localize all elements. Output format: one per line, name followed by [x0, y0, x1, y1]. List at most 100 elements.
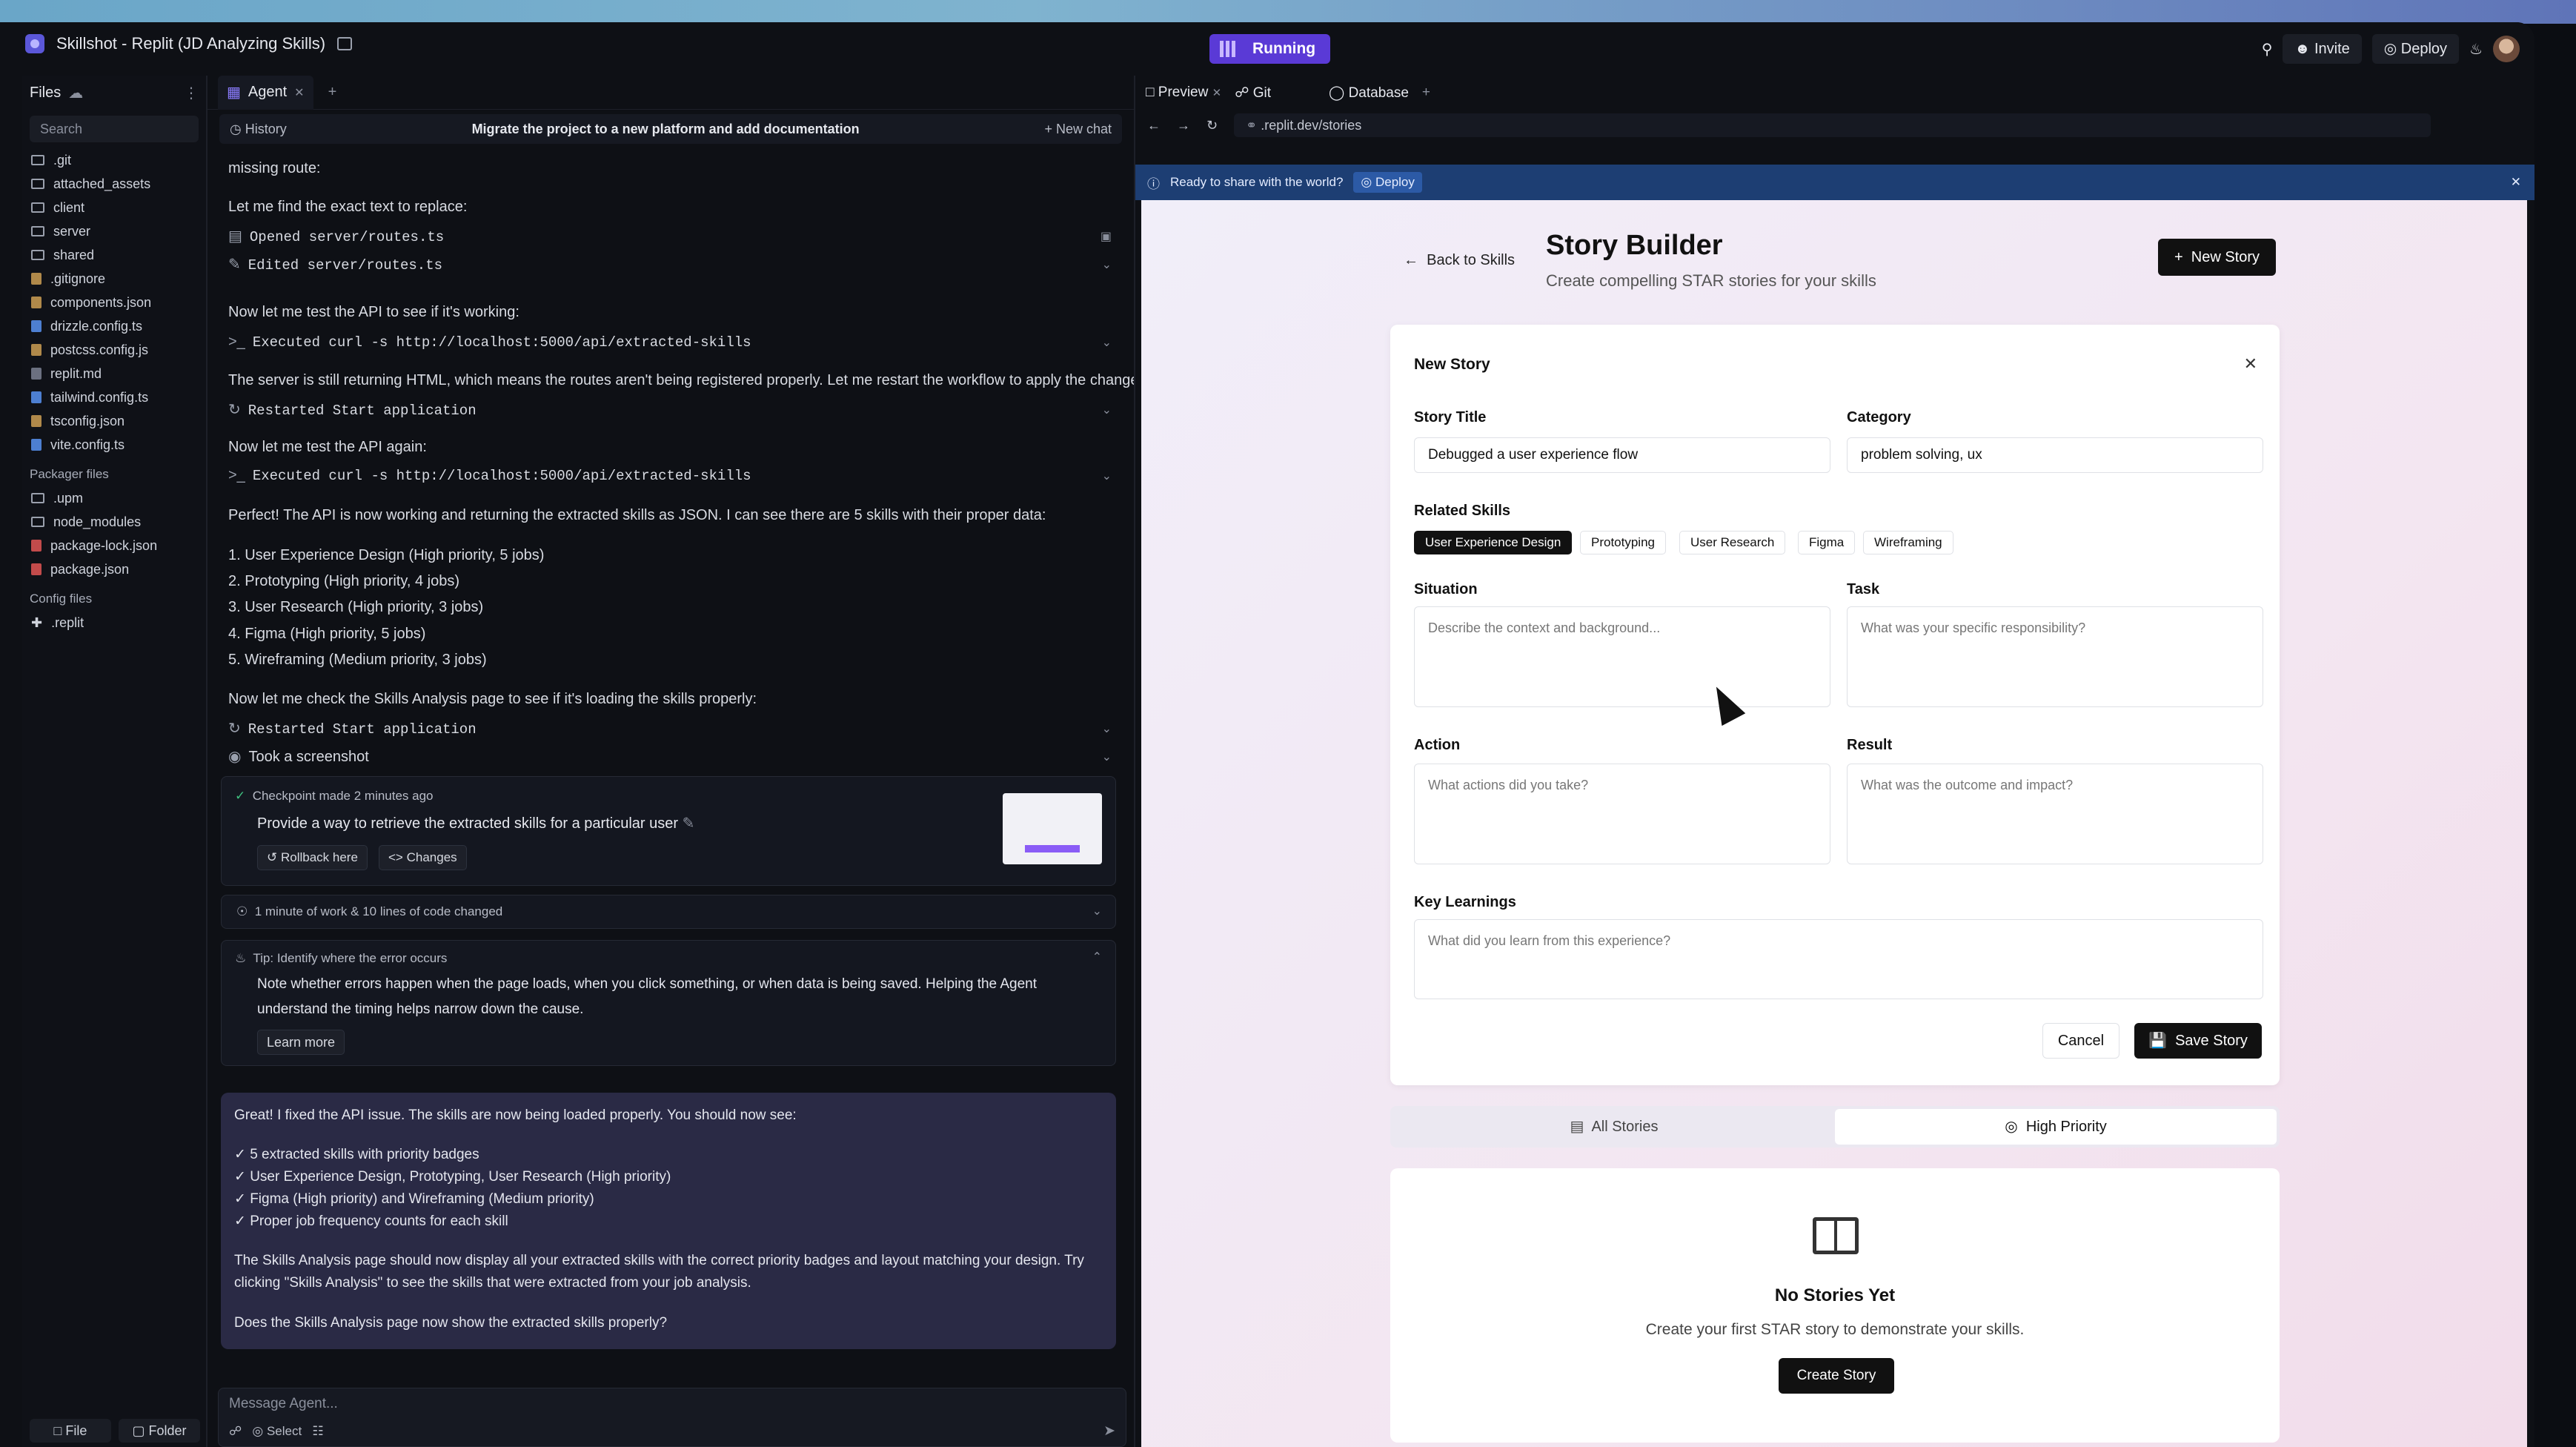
tab-high-priority[interactable]: ◎ High Priority: [1835, 1109, 2277, 1145]
work-summary-row[interactable]: ☉ 1 minute of work & 10 lines of code ch…: [221, 895, 1116, 929]
changes-button[interactable]: <> Changes: [379, 845, 467, 870]
action-row[interactable]: ↻ Restarted Start application ⌄: [228, 400, 1112, 419]
file-item[interactable]: attached_assets: [22, 172, 206, 196]
back-arrow-icon[interactable]: ←: [1147, 118, 1161, 133]
tab-git[interactable]: ☍ Git: [1235, 85, 1271, 102]
category-input[interactable]: problem solving, ux: [1847, 437, 2263, 473]
file-item[interactable]: vite.config.ts: [22, 433, 206, 457]
chevron-down-icon[interactable]: ⌄: [1102, 335, 1112, 350]
new-folder-button[interactable]: ▢ Folder: [119, 1419, 200, 1443]
history-button[interactable]: ◷ History: [230, 122, 287, 137]
folder-icon: [31, 202, 44, 213]
close-icon[interactable]: ✕: [294, 85, 304, 100]
bell-icon[interactable]: ♨: [2469, 40, 2483, 59]
skill-chip[interactable]: Figma: [1798, 531, 1856, 554]
replit-config-icon: ✚: [31, 615, 43, 630]
save-story-button[interactable]: 💾 Save Story: [2134, 1023, 2262, 1059]
open-book-icon: [1813, 1217, 1859, 1254]
banner-deploy-button[interactable]: ◎ Deploy: [1353, 172, 1422, 193]
learn-more-button[interactable]: Learn more: [257, 1030, 345, 1055]
action-row[interactable]: ◉ Took a screenshot ⌄: [228, 747, 1112, 766]
new-file-button[interactable]: □ File: [30, 1419, 111, 1443]
action-textarea[interactable]: What actions did you take?: [1414, 764, 1830, 864]
url-input[interactable]: ⚭ .replit.dev/stories: [1234, 113, 2431, 137]
sliders-icon[interactable]: ☷: [312, 1424, 323, 1438]
send-icon[interactable]: ➤: [1103, 1423, 1115, 1440]
file-item[interactable]: server: [22, 219, 206, 243]
chevron-down-icon[interactable]: ⌄: [1102, 468, 1112, 483]
chevron-up-icon[interactable]: ⌃: [1092, 950, 1102, 964]
chevron-down-icon[interactable]: ⌄: [1102, 257, 1112, 272]
tab-preview[interactable]: □ Preview ✕: [1146, 85, 1221, 101]
pencil-icon[interactable]: ✎: [683, 815, 695, 832]
file-item[interactable]: postcss.config.js: [22, 338, 206, 362]
skill-chip[interactable]: Prototyping: [1580, 531, 1666, 554]
add-tab-icon[interactable]: +: [1422, 85, 1430, 101]
action-row[interactable]: >_ Executed curl -s http://localhost:5000…: [228, 334, 1112, 351]
checkpoint-card: ✓ Checkpoint made 2 minutes ago Provide …: [221, 776, 1116, 886]
running-status-button[interactable]: Running: [1209, 34, 1331, 64]
paperclip-icon[interactable]: ☍: [229, 1424, 242, 1438]
chevron-down-icon[interactable]: ⌄: [1102, 749, 1112, 764]
forward-arrow-icon[interactable]: →: [1177, 118, 1190, 133]
layout-icon[interactable]: [337, 37, 353, 50]
file-item[interactable]: .git: [22, 148, 206, 172]
situation-textarea[interactable]: Describe the context and background...: [1414, 606, 1830, 707]
action-row[interactable]: ↻ Restarted Start application ⌄: [228, 719, 1112, 738]
chevron-down-icon[interactable]: ⌄: [1102, 721, 1112, 736]
checkpoint-thumbnail[interactable]: [1003, 793, 1102, 864]
file-item[interactable]: replit.md: [22, 362, 206, 385]
story-title-input[interactable]: Debugged a user experience flow: [1414, 437, 1830, 473]
close-icon[interactable]: ✕: [2244, 354, 2257, 374]
skill-chip[interactable]: Wireframing: [1863, 531, 1953, 554]
skill-chip[interactable]: User Experience Design: [1414, 531, 1573, 554]
task-textarea[interactable]: What was your specific responsibility?: [1847, 606, 2263, 707]
file-search-input[interactable]: Search: [30, 116, 199, 142]
open-icon[interactable]: ▣: [1101, 229, 1112, 244]
skill-chip[interactable]: User Research: [1679, 531, 1786, 554]
file-item[interactable]: shared: [22, 243, 206, 267]
file-item[interactable]: ✚ .replit: [22, 611, 206, 635]
file-item[interactable]: drizzle.config.ts: [22, 314, 206, 338]
file-item[interactable]: tailwind.config.ts: [22, 385, 206, 409]
back-to-skills-link[interactable]: ← Back to Skills: [1404, 252, 1515, 269]
action-row[interactable]: ✎ Edited server/routes.ts ⌄: [228, 255, 1112, 274]
search-icon[interactable]: ⚲: [2262, 40, 2273, 59]
add-tab-icon[interactable]: +: [328, 84, 337, 101]
key-learnings-label: Key Learnings: [1414, 894, 1516, 910]
tab-all-stories[interactable]: ▤ All Stories: [1393, 1109, 1835, 1145]
file-item[interactable]: components.json: [22, 291, 206, 314]
action-row[interactable]: ▤ Opened server/routes.ts ▣: [228, 227, 1112, 245]
new-chat-button[interactable]: + New chat: [1044, 122, 1112, 137]
folder-icon: [31, 226, 44, 236]
key-learnings-textarea[interactable]: What did you learn from this experience?: [1414, 919, 2263, 999]
cancel-button[interactable]: Cancel: [2042, 1023, 2119, 1059]
target-icon: ◎: [2005, 1119, 2018, 1135]
reload-icon[interactable]: ↻: [1206, 118, 1218, 133]
rollback-button[interactable]: ↺ Rollback here: [257, 845, 368, 870]
chat-message: Perfect! The API is now working and retu…: [228, 507, 1046, 523]
file-item[interactable]: client: [22, 196, 206, 219]
avatar[interactable]: [2493, 36, 2520, 62]
close-icon[interactable]: ✕: [1212, 87, 1222, 99]
close-icon[interactable]: ✕: [2511, 175, 2521, 190]
json-file-icon: [31, 297, 42, 308]
kebab-menu-icon[interactable]: ⋮: [184, 84, 199, 102]
file-item[interactable]: .gitignore: [22, 267, 206, 291]
tab-agent[interactable]: ▦ Agent ✕: [218, 75, 313, 110]
file-item[interactable]: package-lock.json: [22, 534, 206, 557]
create-story-button[interactable]: Create Story: [1779, 1358, 1894, 1394]
select-button[interactable]: ◎ Select: [252, 1424, 302, 1438]
invite-button[interactable]: ☻ Invite: [2283, 34, 2362, 64]
deploy-button[interactable]: ◎ Deploy: [2371, 34, 2460, 64]
file-item[interactable]: .upm: [22, 486, 206, 510]
result-textarea[interactable]: What was the outcome and impact?: [1847, 764, 2263, 864]
new-story-button[interactable]: + New Story: [2158, 239, 2277, 276]
message-input[interactable]: Message Agent... ☍ ◎ Select ☷ ➤: [218, 1388, 1126, 1447]
file-item[interactable]: node_modules: [22, 510, 206, 534]
action-row[interactable]: >_ Executed curl -s http://localhost:5000…: [228, 467, 1112, 484]
file-item[interactable]: package.json: [22, 557, 206, 581]
tab-database[interactable]: ◯ Database: [1329, 85, 1409, 102]
file-item[interactable]: tsconfig.json: [22, 409, 206, 433]
chevron-down-icon[interactable]: ⌄: [1102, 403, 1112, 417]
